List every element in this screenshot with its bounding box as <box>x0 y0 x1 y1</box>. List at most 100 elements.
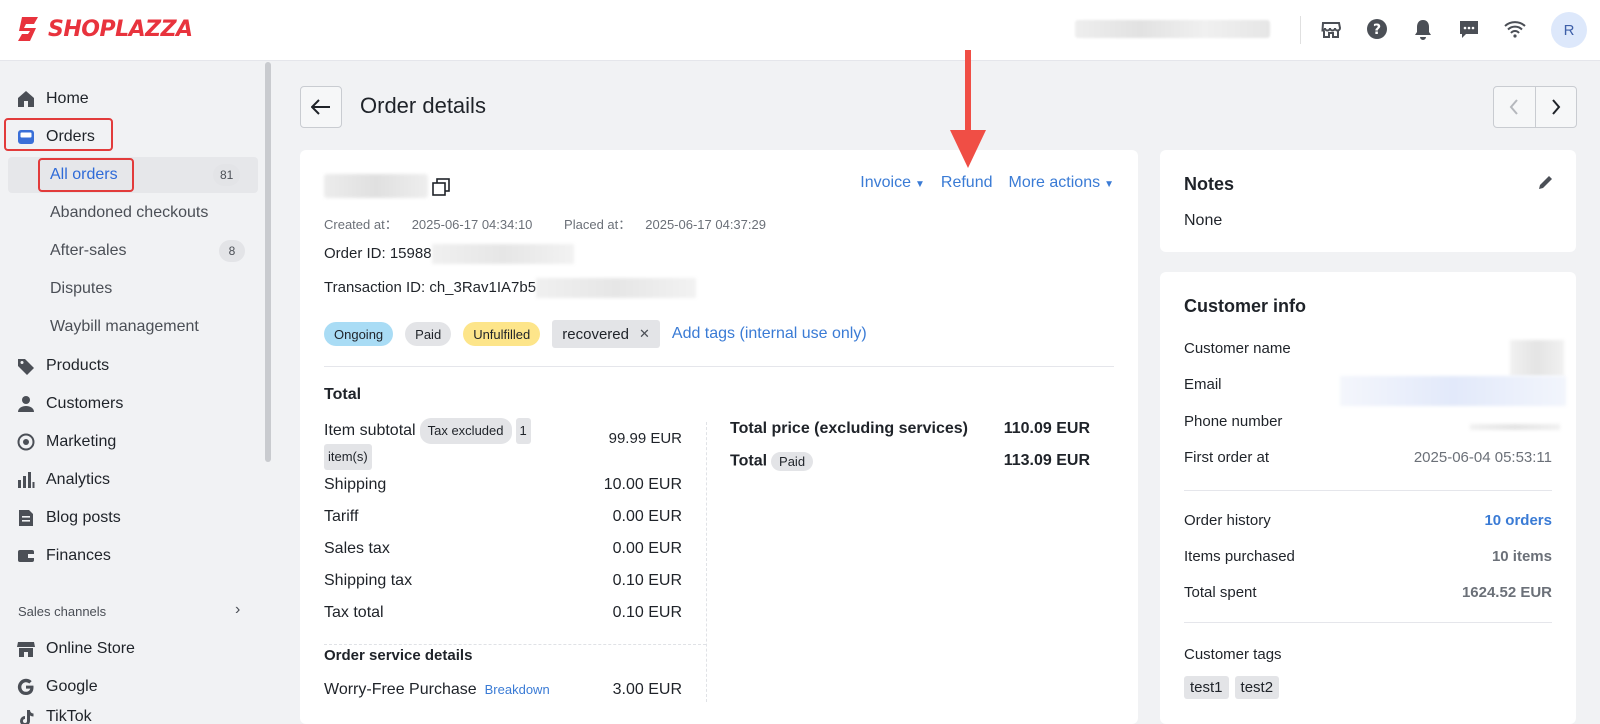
row-label: Email <box>1184 376 1222 393</box>
customer-info-title: Customer info <box>1184 296 1307 316</box>
notes-title: Notes <box>1184 174 1235 194</box>
next-order-button[interactable] <box>1536 87 1577 127</box>
close-icon[interactable]: ✕ <box>639 326 650 342</box>
store-name-blurred <box>1075 20 1270 38</box>
sidebar-subitem-disputes[interactable]: Disputes <box>50 272 112 306</box>
placed-label: Placed at： <box>564 217 632 232</box>
worry-free-row: Worry-Free Purchase Breakdown 3.00 EUR <box>324 681 682 699</box>
row-value: 0.00 EUR <box>612 508 682 525</box>
sidebar-subitem-after-sales[interactable]: After-sales <box>50 234 126 268</box>
sidebar-item-marketing[interactable]: Marketing <box>16 425 116 459</box>
store-icon[interactable] <box>1318 16 1343 41</box>
items-count-number: 1 <box>515 418 531 444</box>
avatar[interactable]: R <box>1551 12 1587 48</box>
sidebar-item-label: Home <box>46 90 89 107</box>
annotation-arrow <box>950 50 986 168</box>
row-label: Phone number <box>1184 413 1283 430</box>
help-icon[interactable]: ? <box>1364 16 1389 41</box>
customer-tag: test2 <box>1234 676 1280 699</box>
sidebar-item-online-store[interactable]: Online Store <box>16 632 135 666</box>
customer-tags-list: test1 test2 <box>1184 676 1285 699</box>
all-orders-count-badge: 81 <box>213 164 241 186</box>
sidebar-subitem-waybill[interactable]: Waybill management <box>50 310 199 344</box>
row-label: Sales tax <box>324 540 390 557</box>
sidebar-item-label: Finances <box>46 547 111 564</box>
sidebar-item-customers[interactable]: Customers <box>16 387 123 421</box>
pencil-icon[interactable] <box>1538 174 1554 194</box>
row-value: 2025-06-04 05:53:11 <box>1413 449 1552 466</box>
wifi-icon[interactable] <box>1502 16 1527 41</box>
customer-name-row: Customer name <box>1184 340 1552 357</box>
status-badge-paid: Paid <box>771 452 814 471</box>
sidebar-item-label: Blog posts <box>46 509 121 526</box>
row-label: Total <box>730 452 768 470</box>
transaction-id: Transaction ID: ch_3Rav1IA7b5 <box>324 278 537 296</box>
sidebar-item-partial[interactable]: TikTok <box>16 708 92 724</box>
caret-down-icon: ▼ <box>1104 179 1114 190</box>
sidebar-item-label: Online Store <box>46 640 135 657</box>
document-icon <box>16 508 36 528</box>
tiktok-icon <box>16 708 36 724</box>
sidebar-subitem-abandoned[interactable]: Abandoned checkouts <box>50 196 208 230</box>
row-label: Customer name <box>1184 340 1291 357</box>
after-sales-count-badge: 8 <box>219 240 245 262</box>
transaction-id-line: Transaction ID: ch_3Rav1IA7b5 <box>324 278 697 298</box>
sidebar-item-home[interactable]: Home <box>16 82 89 116</box>
divider <box>1184 622 1552 623</box>
row-label: First order at <box>1184 449 1270 466</box>
order-history-link[interactable]: 10 orders <box>1484 512 1552 529</box>
previous-order-button[interactable] <box>1494 87 1536 127</box>
service-section-title: Order service details <box>324 647 473 664</box>
order-details-card: Invoice ▼ Refund More actions ▼ Created at… <box>300 150 1138 724</box>
sidebar-item-blog-posts[interactable]: Blog posts <box>16 501 121 535</box>
sidebar-item-products[interactable]: Products <box>16 349 109 383</box>
summary-row: Sales tax 0.00 EUR <box>324 540 682 558</box>
row-value: 0.10 EUR <box>612 604 682 621</box>
created-label: Created at： <box>324 217 398 232</box>
summary-row: Tax total 0.10 EUR <box>324 604 682 622</box>
blurred-email[interactable] <box>1340 376 1566 406</box>
home-icon <box>16 89 36 109</box>
dashed-divider <box>324 644 706 645</box>
sidebar-item-finances[interactable]: Finances <box>16 539 111 573</box>
back-button[interactable] <box>300 86 342 128</box>
caret-down-icon: ▼ <box>915 179 925 190</box>
breakdown-link[interactable]: Breakdown <box>485 682 550 697</box>
shoplazza-logo[interactable]: SHOPLAZZA <box>16 14 193 44</box>
refund-button[interactable]: Refund <box>941 174 993 192</box>
bell-icon[interactable] <box>1410 16 1435 41</box>
sidebar-item-label: Waybill management <box>50 318 199 335</box>
sidebar-item-label: After-sales <box>50 242 127 259</box>
row-label: Total spent <box>1184 584 1257 601</box>
add-tags-link[interactable]: Add tags (internal use only) <box>672 325 867 343</box>
copy-icon[interactable] <box>432 178 450 200</box>
more-actions-dropdown[interactable]: More actions ▼ <box>1009 174 1115 192</box>
tag-label: recovered <box>562 325 629 343</box>
target-icon <box>16 432 36 452</box>
row-value: 3.00 EUR <box>612 681 682 698</box>
row-value: 10.00 EUR <box>603 476 682 493</box>
chevron-right-icon[interactable]: › <box>235 601 240 619</box>
tag-icon <box>16 356 36 376</box>
sidebar-item-google[interactable]: Google <box>16 670 98 704</box>
sidebar-item-label: Disputes <box>50 280 113 297</box>
row-label: Shipping tax <box>324 572 413 589</box>
sidebar-scrollbar[interactable] <box>265 62 271 462</box>
logo-text: SHOPLAZZA <box>48 16 193 42</box>
chat-icon[interactable] <box>1456 16 1481 41</box>
items-purchased-row: Items purchased 10 items <box>1184 548 1552 565</box>
row-label: Customer tags <box>1184 646 1282 663</box>
sidebar-item-label: Products <box>46 357 110 374</box>
item-subtotal-row: Item subtotal Tax excluded 1 item(s) 99.99… <box>324 418 682 470</box>
sales-channels-heading: Sales channels <box>18 604 107 619</box>
sidebar-item-analytics[interactable]: Analytics <box>16 463 110 497</box>
highlight-box-orders <box>4 118 113 151</box>
summary-row: Shipping 10.00 EUR <box>324 476 682 494</box>
row-label: Worry-Free Purchase <box>324 681 477 698</box>
sidebar-item-label: Marketing <box>46 433 117 450</box>
row-value: 113.09 EUR <box>1003 452 1090 469</box>
top-divider <box>1300 16 1301 44</box>
customer-tags-label: Customer tags <box>1184 646 1552 663</box>
row-value: 1624.52 EUR <box>1461 584 1552 601</box>
invoice-dropdown[interactable]: Invoice ▼ <box>860 174 925 192</box>
